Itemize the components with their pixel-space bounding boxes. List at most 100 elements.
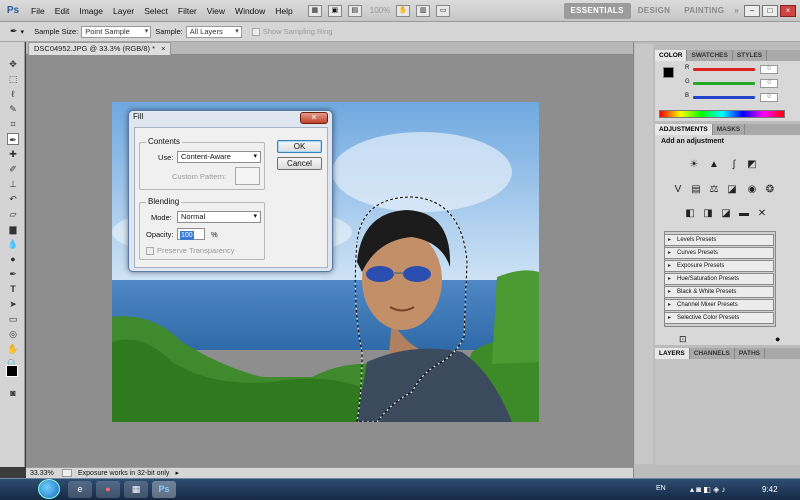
black-white-icon[interactable]: ◪ [726,184,738,196]
clone-stamp-tool-icon[interactable]: ⊥ [7,178,19,190]
tab-masks[interactable]: MASKS [713,124,746,135]
menu-help[interactable]: Help [270,6,297,16]
preserve-transparency-checkbox[interactable] [146,247,154,255]
dialog-close-icon[interactable]: ✕ [300,112,328,124]
sample-select[interactable]: All Layers [185,25,242,38]
preset-black-white[interactable]: Black & White Presets [664,286,774,298]
lasso-tool-icon[interactable]: ℓ [7,88,19,100]
color-balance-icon[interactable]: ⚖ [708,184,720,196]
curves-icon[interactable]: ∫ [728,159,740,171]
extras-icon[interactable]: ▤ [347,4,362,17]
history-brush-tool-icon[interactable]: ↶ [7,193,19,205]
zoom-level[interactable]: 100% [370,6,390,15]
document-tab[interactable]: DSC04952.JPG @ 33.3% (RGB/8) * × [28,42,172,55]
posterize-icon[interactable]: ◨ [702,208,714,220]
language-indicator[interactable]: EN [656,485,666,492]
clip-to-layer-icon[interactable]: ● [775,334,780,344]
show-sampling-ring-checkbox[interactable] [251,27,260,36]
media-icon[interactable]: ● [96,481,120,498]
sample-size-select[interactable]: Point Sample [81,25,152,38]
3d-rotate-tool-icon[interactable]: ◎ [7,328,19,340]
photo-filter-icon[interactable]: ◉ [746,184,758,196]
start-button[interactable] [38,479,60,499]
workspace-more[interactable]: » [731,3,742,19]
hand-view-icon[interactable]: ✋ [396,4,411,17]
path-selection-tool-icon[interactable]: ➤ [7,298,19,310]
workspace-design[interactable]: DESIGN [631,3,677,19]
tab-adjustments[interactable]: ADJUSTMENTS [655,124,713,135]
bridge-icon[interactable]: ▦ [307,4,322,17]
vibrance-icon[interactable]: V [672,184,684,196]
levels-icon[interactable]: ▲ [708,159,720,171]
mode-select[interactable]: Normal [177,211,261,223]
tab-styles[interactable]: STYLES [733,50,768,61]
screen-mode-icon[interactable]: ▭ [436,4,451,17]
preset-levels[interactable]: Levels Presets [664,234,774,246]
workspace-essentials[interactable]: ESSENTIALS [563,2,631,19]
status-arrow-icon[interactable]: ▸ [175,469,179,477]
tool-preset-chevron-icon[interactable]: ▾ [21,28,25,36]
gradient-tool-icon[interactable]: ▆ [7,223,19,235]
threshold-icon[interactable]: ◪ [720,208,732,220]
menu-file[interactable]: File [26,6,50,16]
eyedropper-tool-icon[interactable]: ✒ [10,26,18,37]
photoshop-taskbar-icon[interactable]: Ps [152,481,176,498]
pen-tool-icon[interactable]: ✒ [7,268,19,280]
healing-brush-tool-icon[interactable]: ✚ [7,148,19,160]
channel-g-value[interactable]: 0 [760,79,778,88]
brush-tool-icon[interactable]: ✐ [7,163,19,175]
color-fg-swatch[interactable] [663,67,674,78]
channel-g-slider[interactable] [693,82,755,85]
invert-icon[interactable]: ◧ [684,208,696,220]
return-to-list-icon[interactable]: ⊡ [679,334,687,345]
color-spectrum-ramp[interactable] [659,110,785,118]
status-zoom[interactable]: 33.33% [30,470,58,477]
channel-mixer-icon[interactable]: ❂ [764,184,776,196]
close-window-button[interactable]: × [780,4,796,17]
foreground-color-swatch[interactable] [6,365,18,377]
minimize-button[interactable]: – [744,4,760,17]
marquee-tool-icon[interactable]: ⬚ [7,73,19,85]
preset-curves[interactable]: Curves Presets [664,247,774,259]
maximize-button[interactable]: □ [762,4,778,17]
custom-pattern-picker[interactable] [235,167,260,185]
menu-edit[interactable]: Edit [50,6,75,16]
close-icon[interactable]: × [161,44,165,53]
crop-tool-icon[interactable]: ⌗ [7,118,19,130]
shape-tool-icon[interactable]: ▭ [7,313,19,325]
blur-tool-icon[interactable]: 💧 [7,238,19,250]
quick-selection-tool-icon[interactable]: ✎ [7,103,19,115]
tab-layers[interactable]: LAYERS [655,348,690,359]
type-tool-icon[interactable]: T [7,283,19,295]
tab-color[interactable]: COLOR [655,50,688,61]
preset-channel-mixer[interactable]: Channel Mixer Presets [664,299,774,311]
use-select[interactable]: Content-Aware [177,151,261,163]
hand-tool-icon[interactable]: ✋ [7,343,19,355]
brightness-contrast-icon[interactable]: ☀ [688,159,700,171]
move-tool-icon[interactable]: ✥ [7,58,19,70]
arrange-documents-icon[interactable]: ▥ [416,4,431,17]
preset-selective-color[interactable]: Selective Color Presets [664,312,774,324]
channel-b-slider[interactable] [693,96,755,99]
menu-layer[interactable]: Layer [108,6,139,16]
hue-saturation-icon[interactable]: ▤ [690,184,702,196]
selective-color-icon[interactable]: ✕ [756,208,768,220]
menu-view[interactable]: View [202,6,230,16]
channel-r-slider[interactable] [693,68,755,71]
status-info-icon[interactable] [62,469,72,477]
tab-channels[interactable]: CHANNELS [690,348,735,359]
dodge-tool-icon[interactable]: ● [7,253,19,265]
cancel-button[interactable]: Cancel [277,157,322,170]
ok-button[interactable]: OK [277,140,322,153]
tab-swatches[interactable]: SWATCHES [687,50,733,61]
tab-paths[interactable]: PATHS [735,348,765,359]
exposure-icon[interactable]: ◩ [746,159,758,171]
preset-exposure[interactable]: Exposure Presets [664,260,774,272]
menu-filter[interactable]: Filter [173,6,202,16]
eraser-tool-icon[interactable]: ▱ [7,208,19,220]
mini-bridge-icon[interactable]: ▣ [327,4,342,17]
menu-window[interactable]: Window [230,6,270,16]
gradient-map-icon[interactable]: ▬ [738,208,750,220]
ie-icon[interactable]: e [68,481,92,498]
channel-r-value[interactable]: 0 [760,65,778,74]
